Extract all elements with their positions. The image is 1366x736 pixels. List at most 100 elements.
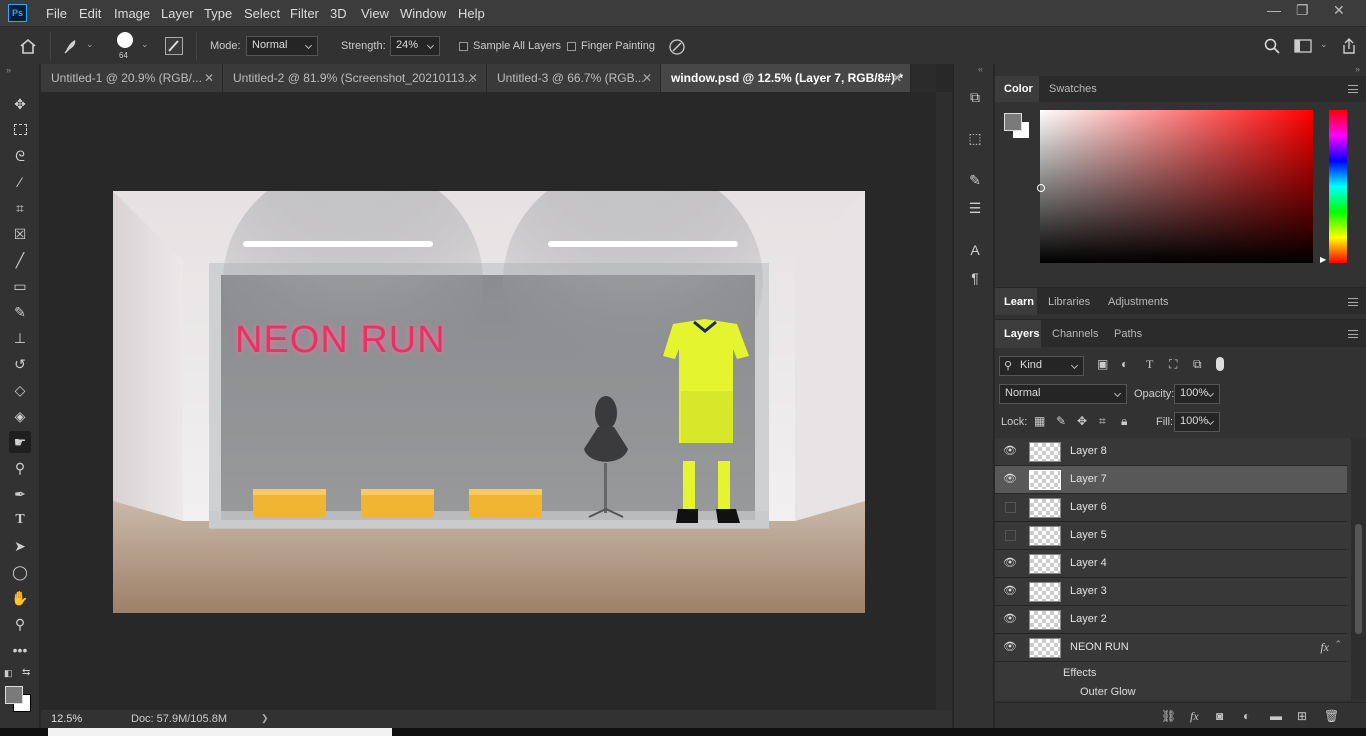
- new-layer-icon[interactable]: ⊞: [1297, 709, 1307, 723]
- eye-icon[interactable]: 👁︎: [1003, 612, 1017, 626]
- hue-slider-handle[interactable]: ▶: [1320, 255, 1326, 264]
- type-filter-icon[interactable]: T: [1146, 357, 1153, 372]
- filter-toggle[interactable]: [1216, 357, 1224, 371]
- tab-libraries[interactable]: Libraries: [1048, 296, 1090, 308]
- close-icon[interactable]: ✕: [204, 64, 214, 92]
- foreground-color-swatch[interactable]: [5, 686, 23, 704]
- panel-menu-icon[interactable]: [1348, 85, 1358, 93]
- lock-position-icon[interactable]: ✥: [1077, 414, 1087, 428]
- chevron-down-icon[interactable]: ⌄: [141, 39, 149, 50]
- new-group-icon[interactable]: ▬: [1270, 709, 1282, 723]
- visibility-toggle[interactable]: [1005, 502, 1016, 513]
- layer-row[interactable]: 👁︎ Layer 8: [995, 438, 1347, 466]
- blend-mode-dropdown[interactable]: Normal: [999, 384, 1127, 404]
- eraser-icon[interactable]: ◇: [9, 379, 31, 401]
- healing-brush-icon[interactable]: ▭: [9, 275, 31, 297]
- close-icon[interactable]: ✕: [892, 64, 902, 92]
- eye-icon[interactable]: 👁︎: [1003, 640, 1017, 654]
- tab-paths[interactable]: Paths: [1114, 328, 1142, 340]
- collapse-icon[interactable]: »: [1355, 64, 1360, 74]
- tab-untitled-2[interactable]: Untitled-2 @ 81.9% (Screenshot_20210113.…: [223, 64, 487, 92]
- frame-tool-icon[interactable]: ☒: [9, 223, 31, 245]
- tab-learn[interactable]: Learn: [995, 288, 1037, 315]
- close-icon[interactable]: ✕: [468, 64, 478, 92]
- home-icon[interactable]: [19, 38, 37, 54]
- hue-slider[interactable]: [1329, 110, 1347, 263]
- tab-adjustments[interactable]: Adjustments: [1108, 296, 1169, 308]
- shape-filter-icon[interactable]: ⛶: [1169, 357, 1177, 372]
- pixel-filter-icon[interactable]: ▣: [1097, 357, 1108, 371]
- menu-edit[interactable]: Edit: [79, 6, 101, 21]
- layer-row[interactable]: Layer 6: [995, 494, 1347, 522]
- lock-artboard-icon[interactable]: ⌗: [1099, 414, 1106, 429]
- menu-select[interactable]: Select: [244, 6, 280, 21]
- hand-tool-icon[interactable]: ✋: [9, 587, 31, 609]
- crop-tool-icon[interactable]: ⌗: [9, 197, 31, 219]
- taskbar-search-field[interactable]: [48, 728, 392, 736]
- tab-untitled-1[interactable]: Untitled-1 @ 20.9% (RGB/... ✕: [41, 64, 223, 92]
- effects-label[interactable]: Effects: [1063, 667, 1096, 679]
- pressure-icon[interactable]: [668, 38, 686, 56]
- lock-all-icon[interactable]: 🔒︎: [1121, 414, 1127, 429]
- layer-row[interactable]: 👁︎ Layer 7: [995, 466, 1347, 494]
- eye-icon[interactable]: 👁︎: [1003, 584, 1017, 598]
- history-panel-icon[interactable]: ⧉: [964, 86, 986, 108]
- mode-dropdown[interactable]: Normal: [246, 36, 318, 56]
- character-panel-icon[interactable]: A: [964, 239, 986, 261]
- brush-settings-panel-icon[interactable]: ✎: [964, 169, 986, 191]
- adjustment-filter-icon[interactable]: ◐: [1121, 357, 1128, 371]
- tab-layers[interactable]: Layers: [995, 320, 1041, 348]
- eyedropper-icon[interactable]: ╱: [9, 249, 31, 271]
- pen-tool-icon[interactable]: ✒: [9, 483, 31, 505]
- eye-icon[interactable]: 👁︎: [1003, 556, 1017, 570]
- finger-painting-checkbox[interactable]: [567, 42, 576, 51]
- outer-glow-effect[interactable]: Outer Glow: [1080, 686, 1136, 698]
- tab-swatches[interactable]: Swatches: [1049, 83, 1097, 95]
- brush-preview[interactable]: [117, 32, 133, 48]
- dodge-tool-icon[interactable]: ⚲: [9, 457, 31, 479]
- workspace-icon[interactable]: [1294, 39, 1312, 53]
- collapse-icon[interactable]: »: [6, 65, 11, 75]
- layer-row[interactable]: 👁︎ Layer 4: [995, 550, 1347, 578]
- close-icon[interactable]: ✕: [642, 64, 652, 92]
- lock-paint-icon[interactable]: ✎: [1056, 414, 1066, 428]
- menu-layer[interactable]: Layer: [161, 6, 194, 21]
- lasso-tool-icon[interactable]: ᘓ: [9, 145, 31, 167]
- zoom-level[interactable]: 12.5%: [51, 713, 82, 725]
- default-colors-icon[interactable]: ◧: [4, 668, 13, 679]
- opacity-input[interactable]: 100%: [1174, 384, 1220, 404]
- panel-menu-icon[interactable]: [1348, 330, 1358, 338]
- menu-help[interactable]: Help: [458, 6, 485, 21]
- close-window-button[interactable]: ✕: [1333, 2, 1345, 19]
- strength-dropdown[interactable]: 24%: [390, 36, 440, 56]
- smart-object-filter-icon[interactable]: ⧉: [1193, 357, 1202, 372]
- swap-colors-icon[interactable]: ⇆: [22, 667, 30, 678]
- more-tools-icon[interactable]: •••: [9, 639, 31, 661]
- menu-filter[interactable]: Filter: [290, 6, 319, 21]
- paint-bucket-icon[interactable]: ◈: [9, 405, 31, 427]
- delete-layer-icon[interactable]: 🗑︎: [1324, 709, 1339, 723]
- menu-type[interactable]: Type: [204, 6, 232, 21]
- visibility-toggle[interactable]: [1005, 530, 1016, 541]
- menu-view[interactable]: View: [361, 6, 389, 21]
- stamp-tool-icon[interactable]: ⊥: [9, 327, 31, 349]
- sample-all-layers-checkbox[interactable]: [459, 42, 468, 51]
- share-icon[interactable]: [1341, 38, 1357, 54]
- magic-wand-icon[interactable]: ⁄: [9, 171, 31, 193]
- restore-button[interactable]: ❐: [1296, 2, 1309, 19]
- ellipse-tool-icon[interactable]: ◯: [9, 561, 31, 583]
- color-field[interactable]: [1040, 110, 1313, 263]
- eye-icon[interactable]: 👁︎: [1003, 444, 1017, 458]
- document-canvas[interactable]: NEON RUN: [113, 191, 865, 613]
- move-tool-icon[interactable]: ✥: [9, 93, 31, 115]
- brush-settings-icon[interactable]: [165, 37, 183, 55]
- smudge-tool-icon[interactable]: [62, 37, 80, 55]
- menu-image[interactable]: Image: [114, 6, 150, 21]
- layer-row[interactable]: 👁︎ Layer 2: [995, 606, 1347, 634]
- type-tool-icon[interactable]: T: [9, 509, 31, 531]
- fx-icon[interactable]: fx: [1320, 640, 1329, 655]
- chevron-down-icon[interactable]: ⌄: [1320, 39, 1328, 50]
- layers-scrollbar[interactable]: [1351, 438, 1366, 700]
- color-picker-handle[interactable]: [1037, 184, 1045, 192]
- zoom-tool-icon[interactable]: ⚲: [9, 613, 31, 635]
